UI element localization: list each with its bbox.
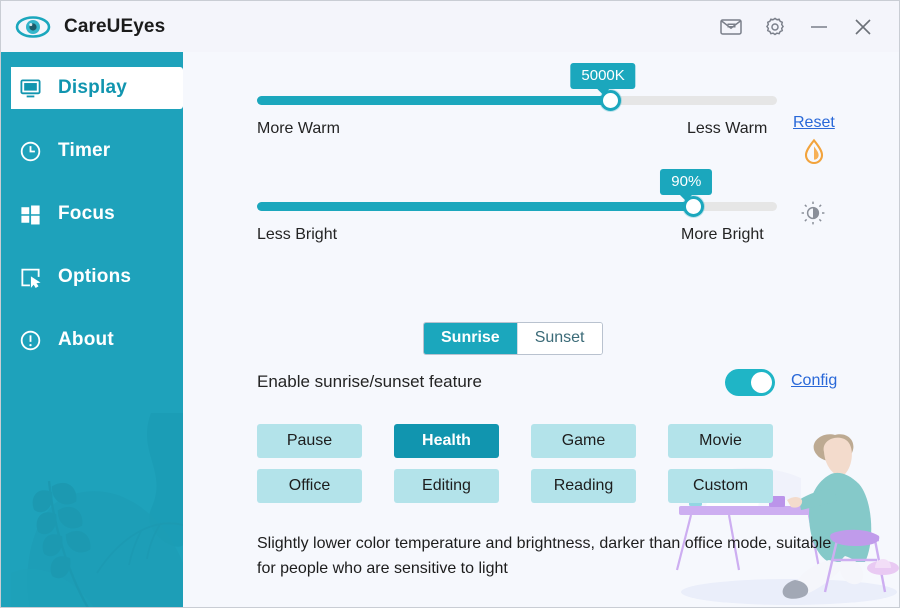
sidebar-item-label: Options xyxy=(58,266,132,287)
brightness-side-controls xyxy=(800,200,826,231)
toggle-knob xyxy=(751,372,772,393)
brightness-slider-thumb[interactable]: 90% xyxy=(660,169,713,217)
mode-button-health[interactable]: Health xyxy=(394,424,499,458)
clock-icon xyxy=(17,138,43,164)
title-bar: CareUEyes xyxy=(1,1,899,52)
settings-button[interactable] xyxy=(753,7,797,47)
cursor-square-icon xyxy=(17,264,43,290)
app-brand: CareUEyes xyxy=(1,12,165,42)
enable-sunrise-sunset-toggle[interactable] xyxy=(725,369,775,396)
reset-link[interactable]: Reset xyxy=(793,114,835,132)
brightness-slider-track[interactable]: 90% xyxy=(257,169,777,217)
leaf-decoration xyxy=(11,413,183,607)
careueyes-window: CareUEyes Display Timer Focus Options Ab… xyxy=(0,0,900,608)
temperature-left-label: More Warm xyxy=(257,120,340,137)
mode-button-editing[interactable]: Editing xyxy=(394,469,499,503)
sidebar-item-label: Display xyxy=(58,77,127,98)
sunrise-sunset-segmented: Sunrise Sunset xyxy=(423,322,603,355)
main-panel: 5000K More Warm Less Warm Reset 90% Less… xyxy=(183,52,899,607)
minimize-button[interactable] xyxy=(797,7,841,47)
temperature-value-bubble: 5000K xyxy=(570,63,636,95)
brightness-icon[interactable] xyxy=(800,200,826,231)
temperature-slider-labels: More Warm Less Warm xyxy=(257,120,777,142)
brightness-slider-labels: Less Bright More Bright xyxy=(257,226,777,248)
brightness-slider-block: 90% Less Bright More Bright xyxy=(257,169,777,248)
segment-sunrise[interactable]: Sunrise xyxy=(424,323,517,354)
sidebar-item-label: Focus xyxy=(58,203,115,224)
windows-grid-icon xyxy=(17,201,43,227)
config-link[interactable]: Config xyxy=(791,372,837,390)
eye-icon xyxy=(15,12,51,42)
droplet-icon[interactable] xyxy=(802,138,826,170)
monitor-icon xyxy=(17,75,43,101)
brightness-left-label: Less Bright xyxy=(257,226,338,243)
sidebar-item-label: Timer xyxy=(58,140,111,161)
sidebar-item-display[interactable]: Display xyxy=(11,67,183,109)
sidebar-nav: Display Timer Focus Options About xyxy=(1,52,183,361)
enable-sunrise-sunset-row: Enable sunrise/sunset feature xyxy=(257,368,787,396)
close-button[interactable] xyxy=(841,7,885,47)
brightness-slider-fill xyxy=(257,202,694,211)
window-controls xyxy=(709,1,899,52)
sidebar-item-label: About xyxy=(58,329,114,350)
mode-button-pause[interactable]: Pause xyxy=(257,424,362,458)
sidebar-item-focus[interactable]: Focus xyxy=(1,193,183,235)
brightness-value-bubble: 90% xyxy=(660,169,713,201)
temperature-right-label: Less Warm xyxy=(687,120,768,137)
temperature-slider-track[interactable]: 5000K xyxy=(257,63,777,111)
info-circle-icon xyxy=(17,327,43,353)
segment-sunset[interactable]: Sunset xyxy=(516,323,602,354)
temperature-slider-thumb[interactable]: 5000K xyxy=(570,63,636,111)
brightness-right-label: More Bright xyxy=(681,226,764,243)
temperature-slider-block: 5000K More Warm Less Warm xyxy=(257,63,777,142)
mode-button-grid: Pause Health Game Movie Office Editing R… xyxy=(257,424,789,503)
mode-description: Slightly lower color temperature and bri… xyxy=(257,535,832,577)
feedback-mail-button[interactable] xyxy=(709,7,753,47)
app-title: CareUEyes xyxy=(64,15,166,37)
mode-button-custom[interactable]: Custom xyxy=(668,469,773,503)
temperature-side-controls: Reset xyxy=(793,114,835,170)
enable-sunrise-sunset-label: Enable sunrise/sunset feature xyxy=(257,372,482,391)
sidebar: Display Timer Focus Options About xyxy=(1,52,183,607)
temperature-slider-fill xyxy=(257,96,611,105)
mode-button-reading[interactable]: Reading xyxy=(531,469,636,503)
sidebar-item-options[interactable]: Options xyxy=(1,256,183,298)
sidebar-item-timer[interactable]: Timer xyxy=(1,130,183,172)
mode-button-movie[interactable]: Movie xyxy=(668,424,773,458)
mode-button-game[interactable]: Game xyxy=(531,424,636,458)
mode-button-office[interactable]: Office xyxy=(257,469,362,503)
sidebar-item-about[interactable]: About xyxy=(1,319,183,361)
